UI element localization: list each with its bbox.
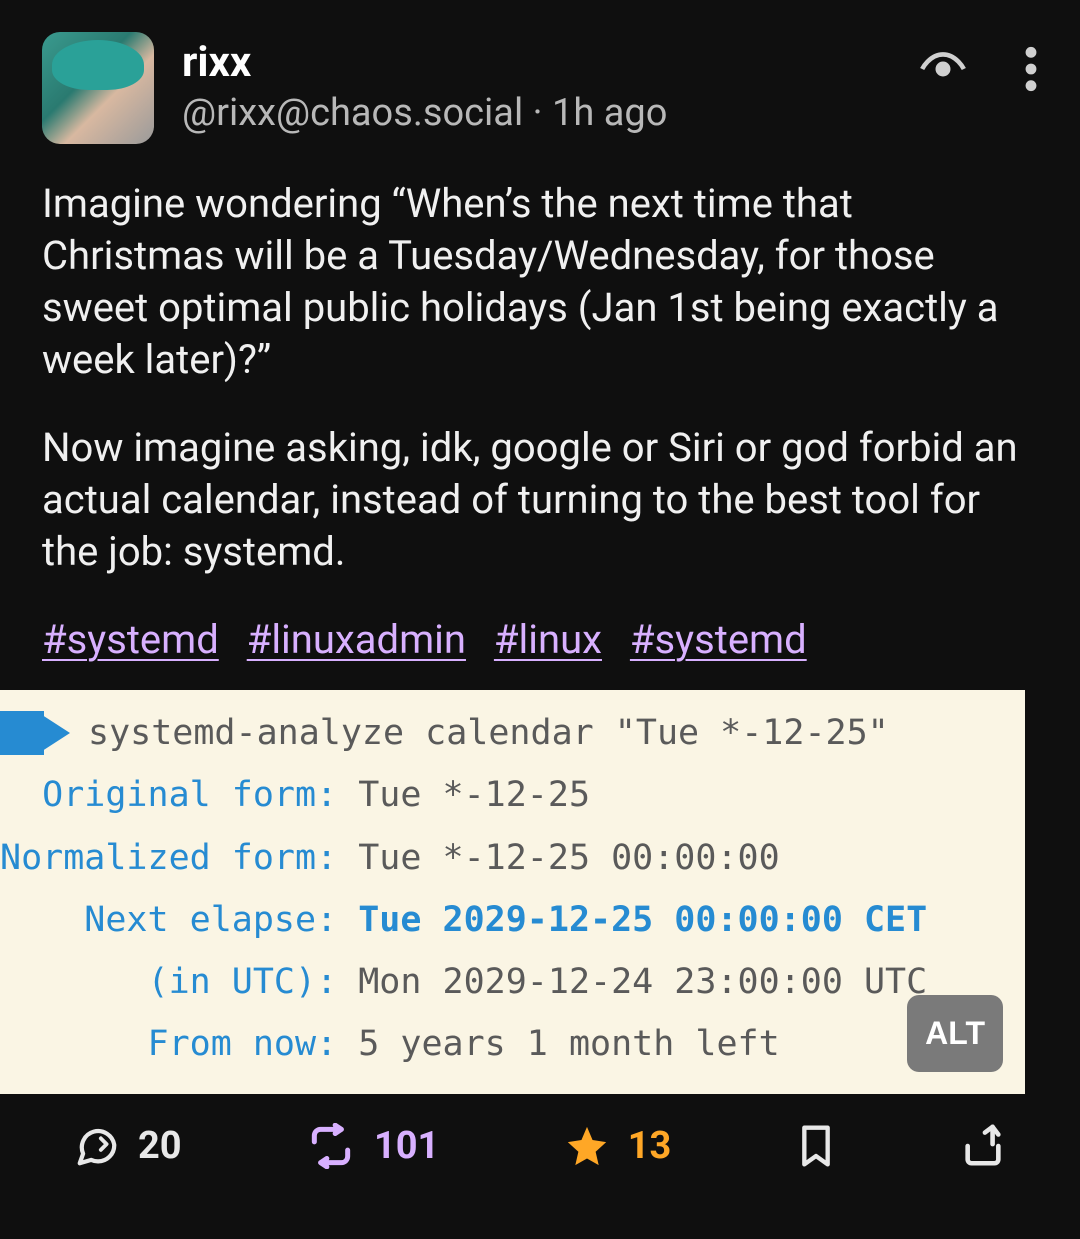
- hashtag-link[interactable]: #systemd: [630, 616, 807, 663]
- terminal-embed[interactable]: systemd-analyze calendar "Tue *-12-25" O…: [0, 690, 1025, 1094]
- boost-button[interactable]: 101: [306, 1123, 439, 1169]
- alt-badge[interactable]: ALT: [907, 995, 1003, 1072]
- hashtag-link[interactable]: #linuxadmin: [247, 616, 466, 663]
- handle-line: @rixx@chaos.social · 1h ago: [182, 91, 890, 135]
- header-actions: [918, 32, 1038, 94]
- row-label: Normalized form:: [0, 838, 358, 878]
- row-label: Original form:: [0, 775, 358, 815]
- display-name: rixx: [182, 38, 890, 87]
- terminal-row: Next elapse: Tue 2029-12-25 00:00:00 CET: [0, 889, 1025, 951]
- action-bar: 20 101 13: [0, 1094, 1080, 1198]
- reply-button[interactable]: 20: [74, 1123, 182, 1169]
- row-value: Mon 2029-12-24 23:00:00 UTC: [358, 962, 927, 1002]
- handle: @rixx@chaos.social: [182, 91, 523, 135]
- favorite-button[interactable]: 13: [564, 1123, 672, 1169]
- hashtags: #systemd #linuxadmin #linux #systemd: [42, 614, 1038, 666]
- terminal-row: Normalized form: Tue *-12-25 00:00:00: [0, 827, 1025, 889]
- post-header: rixx @rixx@chaos.social · 1h ago: [42, 32, 1038, 144]
- visibility-icon[interactable]: [918, 44, 968, 94]
- boost-icon: [306, 1123, 356, 1169]
- terminal-row: Original form: Tue *-12-25: [0, 764, 1025, 826]
- row-label: Next elapse:: [0, 900, 358, 940]
- favorite-count: 13: [628, 1124, 672, 1168]
- row-value: 5 years 1 month left: [358, 1024, 779, 1064]
- more-icon[interactable]: [1024, 44, 1038, 94]
- paragraph: Imagine wondering “When’s the next time …: [42, 178, 1038, 386]
- paragraph: Now imagine asking, idk, google or Siri …: [42, 422, 1038, 578]
- hashtag-link[interactable]: #systemd: [42, 616, 219, 663]
- avatar[interactable]: [42, 32, 154, 144]
- boost-count: 101: [374, 1124, 439, 1168]
- row-label: From now:: [0, 1024, 358, 1064]
- command-text: systemd-analyze calendar "Tue *-12-25": [88, 702, 889, 764]
- time-ago: 1h ago: [552, 91, 667, 135]
- reply-count: 20: [138, 1124, 182, 1168]
- bookmark-button[interactable]: [796, 1122, 836, 1170]
- author-block[interactable]: rixx @rixx@chaos.social · 1h ago: [182, 32, 890, 135]
- terminal-row: From now: 5 years 1 month left: [0, 1013, 1025, 1075]
- terminal-row: (in UTC): Mon 2029-12-24 23:00:00 UTC: [0, 951, 1025, 1013]
- separator: ·: [533, 91, 552, 135]
- hashtag-link[interactable]: #linux: [494, 616, 602, 663]
- row-label: (in UTC):: [0, 962, 358, 1002]
- row-value: Tue *-12-25: [358, 775, 590, 815]
- post: rixx @rixx@chaos.social · 1h ago Imag: [0, 0, 1080, 1094]
- reply-icon: [74, 1123, 120, 1169]
- row-value: Tue 2029-12-25 00:00:00 CET: [358, 900, 927, 940]
- post-content: Imagine wondering “When’s the next time …: [42, 178, 1038, 666]
- row-value: Tue *-12-25 00:00:00: [358, 838, 779, 878]
- share-icon: [960, 1123, 1006, 1169]
- prompt-line: systemd-analyze calendar "Tue *-12-25": [0, 702, 1025, 764]
- prompt-arrow-icon: [36, 711, 70, 755]
- bookmark-icon: [796, 1122, 836, 1170]
- star-icon: [564, 1123, 610, 1169]
- share-button[interactable]: [960, 1123, 1006, 1169]
